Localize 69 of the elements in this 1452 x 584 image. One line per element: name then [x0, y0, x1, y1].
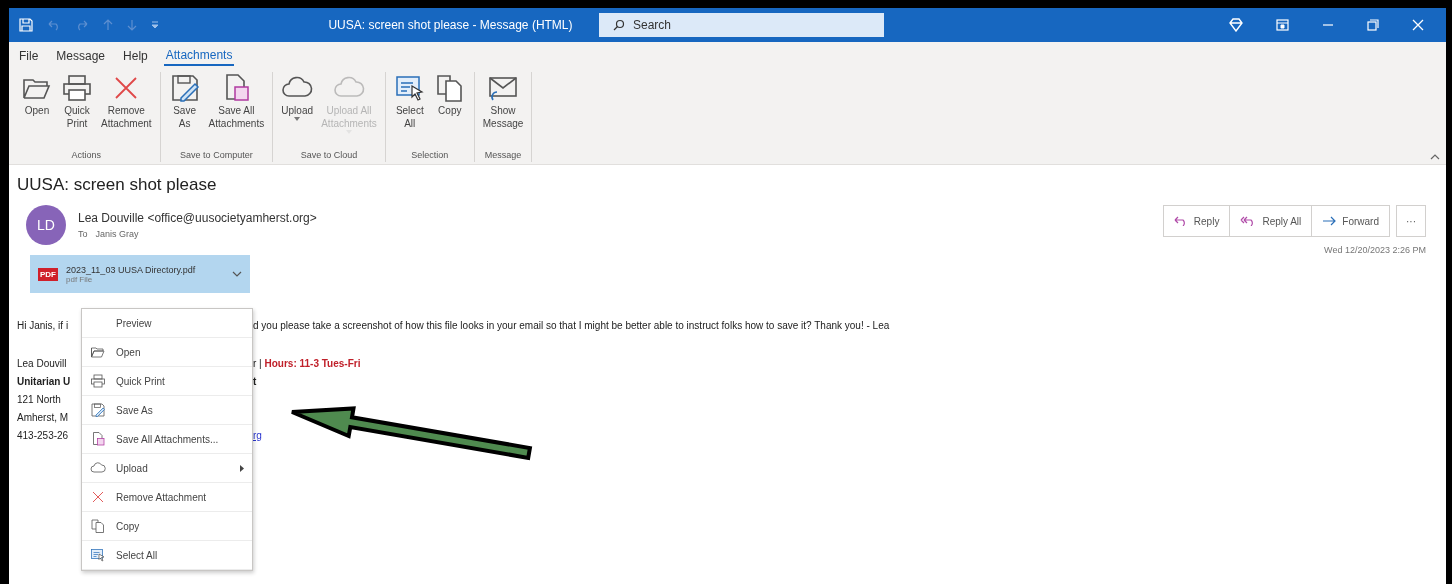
- search-icon: [613, 19, 625, 31]
- select-cursor-icon: [90, 547, 106, 563]
- diamond-icon[interactable]: [1229, 18, 1243, 32]
- office-hours: Hours: 11-3 Tues-Fri: [264, 358, 361, 369]
- customize-caret-icon[interactable]: [151, 20, 159, 30]
- ribbon-button[interactable]: Show Message: [480, 72, 526, 150]
- ribbon-tab[interactable]: Help: [121, 48, 150, 66]
- save-icon[interactable]: [19, 18, 33, 32]
- menu-item[interactable]: Save As: [82, 396, 252, 425]
- body-text: Lea Douvill: [17, 357, 67, 371]
- message-subject: UUSA: screen shot please: [17, 175, 218, 195]
- menu-item[interactable]: Quick Print: [82, 367, 252, 396]
- body-text: d you please take a screenshot of how this file looks in your email so that I might be better able to instruct folks how to save it? Thank you! - Lea: [253, 320, 890, 331]
- more-button[interactable]: ···: [1396, 205, 1426, 237]
- recipient[interactable]: Janis Gray: [95, 229, 139, 239]
- restore-icon[interactable]: [1367, 19, 1379, 31]
- group-label: Save to Computer: [180, 150, 253, 162]
- close-icon: [90, 489, 106, 505]
- menu-item[interactable]: Open: [82, 338, 252, 367]
- ribbon-button[interactable]: Open: [19, 72, 55, 150]
- chevron-down-icon: [232, 271, 242, 277]
- body-text: Hi Janis, if i: [17, 319, 69, 333]
- message-date: Wed 12/20/2023 2:26 PM: [1324, 245, 1426, 255]
- body-text: Unitarian U: [17, 375, 71, 389]
- cloud-icon: [90, 460, 106, 476]
- group-label: Save to Cloud: [300, 150, 358, 162]
- menu-item[interactable]: Preview: [82, 309, 252, 338]
- forward-icon: [1322, 216, 1337, 226]
- ribbon-tab[interactable]: Attachments: [163, 48, 235, 66]
- menu-item[interactable]: Select All: [82, 541, 252, 570]
- reply-icon: [1173, 216, 1188, 226]
- ribbon-button[interactable]: Upload: [279, 72, 316, 150]
- window-title: UUSA: screen shot please - Message (HTML): [327, 18, 574, 32]
- body-text: 413-253-26: [17, 429, 69, 443]
- ribbon-button[interactable]: Remove Attachment: [99, 72, 154, 150]
- ribbon-button[interactable]: Save As: [166, 72, 203, 150]
- group-label: Message: [484, 150, 522, 162]
- collapse-ribbon-icon[interactable]: [1430, 154, 1440, 160]
- menu-item[interactable]: Remove Attachment: [82, 483, 252, 512]
- ribbon-tab[interactable]: Message: [54, 48, 108, 66]
- printer-icon: [90, 373, 106, 389]
- ribbon-button[interactable]: Save All Attachments: [206, 72, 267, 150]
- body-text: t: [253, 376, 257, 387]
- menu-item[interactable]: Copy: [82, 512, 252, 541]
- document-save-icon: [90, 431, 106, 447]
- link[interactable]: rg: [253, 430, 262, 441]
- sender: Lea Douville <office@uusocietyamherst.org>: [78, 211, 317, 225]
- ribbon-display-icon[interactable]: [1276, 19, 1289, 31]
- search-field[interactable]: Search: [599, 13, 884, 37]
- copy-icon: [90, 518, 106, 534]
- ribbon-button[interactable]: Select All: [391, 72, 428, 150]
- ribbon-tab[interactable]: File: [17, 48, 41, 66]
- ribbon-button[interactable]: Quick Print: [59, 72, 95, 150]
- pdf-file-icon: PDF: [38, 267, 58, 281]
- menu-item[interactable]: Upload: [82, 454, 252, 483]
- group-label: Actions: [71, 150, 102, 162]
- floppy-pen-icon: [90, 402, 106, 418]
- body-text: r |: [253, 358, 262, 369]
- body-text: 121 North: [17, 393, 61, 407]
- menu-item[interactable]: Save All Attachments...: [82, 425, 252, 454]
- avatar: LD: [26, 205, 66, 245]
- body-text: Amherst, M: [17, 411, 69, 425]
- close-icon[interactable]: [1412, 19, 1424, 31]
- ribbon-button[interactable]: Copy: [431, 72, 468, 150]
- group-label: Selection: [411, 150, 449, 162]
- to-label: To: [78, 229, 88, 239]
- folder-icon: [90, 344, 106, 360]
- attachment[interactable]: PDF 2023_11_03 UUSA Directory.pdf pdf File: [30, 255, 250, 293]
- printer-icon: [61, 72, 93, 104]
